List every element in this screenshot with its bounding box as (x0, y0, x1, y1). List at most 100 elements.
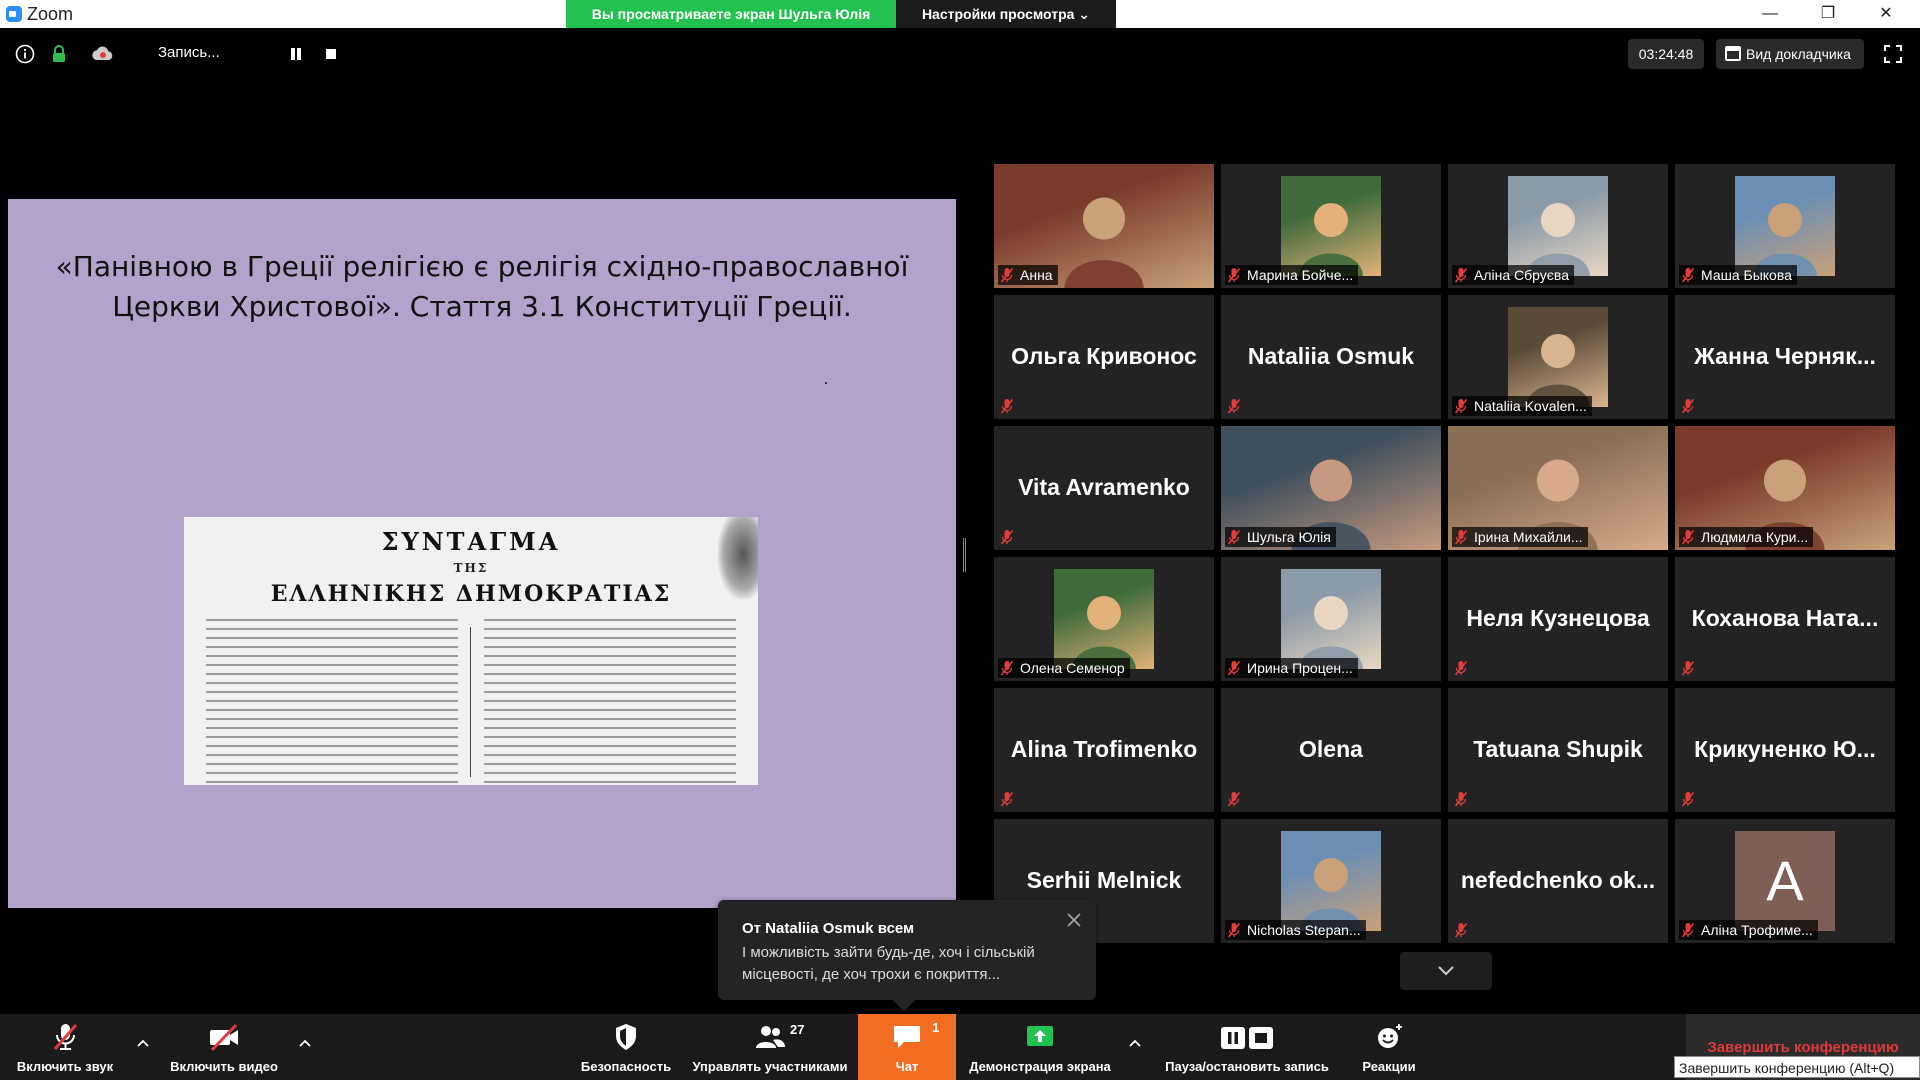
participant-tile[interactable]: Коханова Ната... (1675, 557, 1895, 681)
reactions-button[interactable]: Реакции (1348, 1014, 1430, 1080)
cloud-recording-icon[interactable] (90, 43, 116, 65)
unmute-button[interactable]: Включить звук (6, 1014, 124, 1080)
participant-tile[interactable]: nefedchenko ok... (1448, 819, 1668, 943)
person-silhouette-icon (1072, 596, 1136, 669)
speaker-view-button[interactable]: Вид докладчика (1716, 39, 1864, 69)
muted-mic-icon (1000, 660, 1014, 676)
speaker-view-label: Вид докладчика (1746, 46, 1851, 62)
grid-view-icon (1725, 46, 1741, 61)
chat-notification[interactable]: От Nataliia Osmuk всем І можливість зайт… (718, 900, 1096, 1012)
split-resize-handle[interactable] (963, 538, 966, 572)
muted-mic-icon (1227, 398, 1241, 414)
silhouette-body (1064, 260, 1144, 288)
fullscreen-icon[interactable] (1882, 43, 1904, 65)
muted-mic-icon (1681, 660, 1695, 676)
participant-tile[interactable]: Аліна Сбруєва (1448, 164, 1668, 288)
pause-stop-recording-button[interactable]: Пауза/остановить запись (1156, 1014, 1338, 1080)
participant-tile[interactable]: Жанна Черняк... (1675, 295, 1895, 419)
participant-display-name: Tatuana Shupik (1473, 736, 1643, 762)
reactions-label: Реакции (1362, 1059, 1416, 1074)
minimize-button[interactable]: — (1742, 0, 1798, 28)
shared-screen-slide: «Панівною в Греції релігією є релігія сх… (8, 199, 956, 908)
security-button[interactable]: Безопасность (576, 1014, 676, 1080)
participant-tile[interactable]: Крикуненко Ю... (1675, 688, 1895, 812)
participant-avatar-photo (1281, 176, 1381, 276)
participant-tile[interactable]: A Аліна Трофиме... (1675, 819, 1895, 943)
muted-mic-icon (1000, 791, 1014, 807)
view-settings-button[interactable]: Настройки просмотра ⌄ (896, 0, 1116, 28)
participants-icon (756, 1026, 785, 1048)
security-label: Безопасность (580, 1059, 672, 1074)
end-meeting-tooltip: Завершить конференцию (Alt+Q) (1674, 1056, 1920, 1078)
end-meeting-button[interactable]: Завершить конференцию (1686, 1039, 1920, 1056)
participant-tile[interactable]: Шульга Юлія (1221, 426, 1441, 550)
participant-tile[interactable]: Олена Семенор (994, 557, 1214, 681)
pause-stop-recording-label: Пауза/остановить запись (1165, 1059, 1329, 1074)
manage-participants-button[interactable]: 27 Управлять участниками (684, 1014, 856, 1080)
scroll-down-button[interactable] (1400, 952, 1492, 990)
chat-notification-tail (892, 988, 916, 1012)
participant-tile[interactable]: Nataliia Osmuk (1221, 295, 1441, 419)
participant-display-name: Коханова Ната... (1691, 605, 1879, 631)
info-icon[interactable] (14, 43, 36, 65)
participant-tile[interactable]: Tatuana Shupik (1448, 688, 1668, 812)
participant-display-name: Неля Кузнецова (1466, 605, 1650, 631)
pause-recording-icon[interactable] (290, 48, 302, 60)
participant-tile[interactable]: Ірина Михайли... (1448, 426, 1668, 550)
participant-tile[interactable]: Nataliia Kovalen... (1448, 295, 1668, 419)
maximize-button[interactable]: ❐ (1800, 0, 1856, 28)
unmute-label: Включить звук (16, 1059, 114, 1074)
silhouette-head (1082, 197, 1126, 240)
participant-display-name: Крикуненко Ю... (1694, 736, 1876, 762)
muted-mic-icon (1454, 922, 1468, 938)
participant-display-name: Olena (1299, 736, 1363, 762)
encryption-lock-icon[interactable] (48, 43, 70, 65)
participant-display-name: Serhii Melnick (1026, 867, 1182, 893)
participant-tile[interactable]: Людмила Кури... (1675, 426, 1895, 550)
participant-tile[interactable]: Неля Кузнецова (1448, 557, 1668, 681)
share-screen-icon (1027, 1026, 1053, 1046)
participant-name-label: Маша Быкова (1679, 265, 1797, 285)
muted-mic-icon (1681, 791, 1695, 807)
participant-display-name: Ольга Кривонос (1011, 343, 1197, 369)
participant-name-label: Nicholas Stepan... (1225, 920, 1366, 940)
participant-tile[interactable]: Марина Бойче... (1221, 164, 1441, 288)
chat-sender: От Nataliia Osmuk всем (742, 920, 915, 937)
participant-tile[interactable]: Alina Trofimenko (994, 688, 1214, 812)
muted-mic-icon (1681, 922, 1695, 938)
participant-name-label: Ірина Михайли... (1452, 527, 1588, 547)
close-window-button[interactable]: ✕ (1858, 0, 1914, 28)
participant-tile[interactable]: Vita Avramenko (994, 426, 1214, 550)
chat-label: Чат (895, 1059, 919, 1074)
silhouette-head (1087, 596, 1121, 630)
participant-tile[interactable]: Анна (994, 164, 1214, 288)
audio-options-caret-icon[interactable] (136, 1036, 150, 1050)
participant-avatar-photo (1508, 176, 1608, 276)
start-video-button[interactable]: Включить видео (162, 1014, 286, 1080)
document-heading-2: ΕΛΛΗΝΙΚΗΣ ΔΗΜΟΚΡΑΤΙΑΣ (270, 581, 672, 607)
chat-bubble-icon (894, 1026, 920, 1048)
close-icon[interactable] (1066, 912, 1082, 928)
participant-avatar-photo (1735, 176, 1835, 276)
manage-participants-label: Управлять участниками (692, 1059, 848, 1074)
participant-name-label: Людмила Кури... (1679, 527, 1814, 547)
participant-tile[interactable]: Ирина Процен... (1221, 557, 1441, 681)
share-options-caret-icon[interactable] (1128, 1036, 1142, 1050)
participant-tile[interactable]: Ольга Кривонос (994, 295, 1214, 419)
meeting-timer: 03:24:48 (1628, 39, 1704, 69)
participant-avatar-photo (1054, 569, 1154, 669)
chat-message: І можливість зайти будь-де, хоч і сільсь… (742, 944, 1035, 983)
participant-tile[interactable]: Маша Быкова (1675, 164, 1895, 288)
video-options-caret-icon[interactable] (298, 1036, 312, 1050)
muted-mic-icon (1454, 529, 1468, 545)
participant-tile[interactable]: Nicholas Stepan... (1221, 819, 1441, 943)
participant-avatar-photo (1508, 307, 1608, 407)
silhouette-head (1314, 858, 1348, 892)
participant-tile[interactable]: Olena (1221, 688, 1441, 812)
person-silhouette-icon (1526, 334, 1590, 407)
chat-button[interactable]: 1 Чат (858, 1014, 956, 1080)
reactions-smiley-icon (1378, 1024, 1402, 1048)
zoom-logo-icon (6, 6, 22, 22)
share-screen-button[interactable]: Демонстрация экрана (958, 1014, 1122, 1080)
stop-recording-icon[interactable] (326, 49, 336, 59)
